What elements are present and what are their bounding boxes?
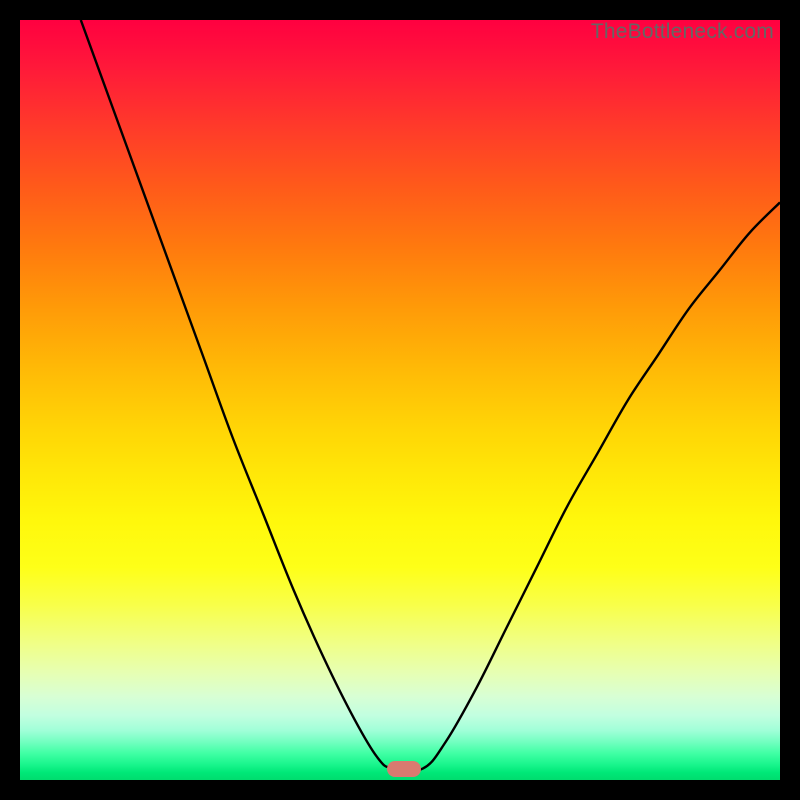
curve-path bbox=[81, 20, 780, 771]
optimal-marker bbox=[387, 761, 421, 777]
bottleneck-curve bbox=[20, 20, 780, 780]
chart-frame: TheBottleneck.com bbox=[0, 0, 800, 800]
plot-area: TheBottleneck.com bbox=[20, 20, 780, 780]
